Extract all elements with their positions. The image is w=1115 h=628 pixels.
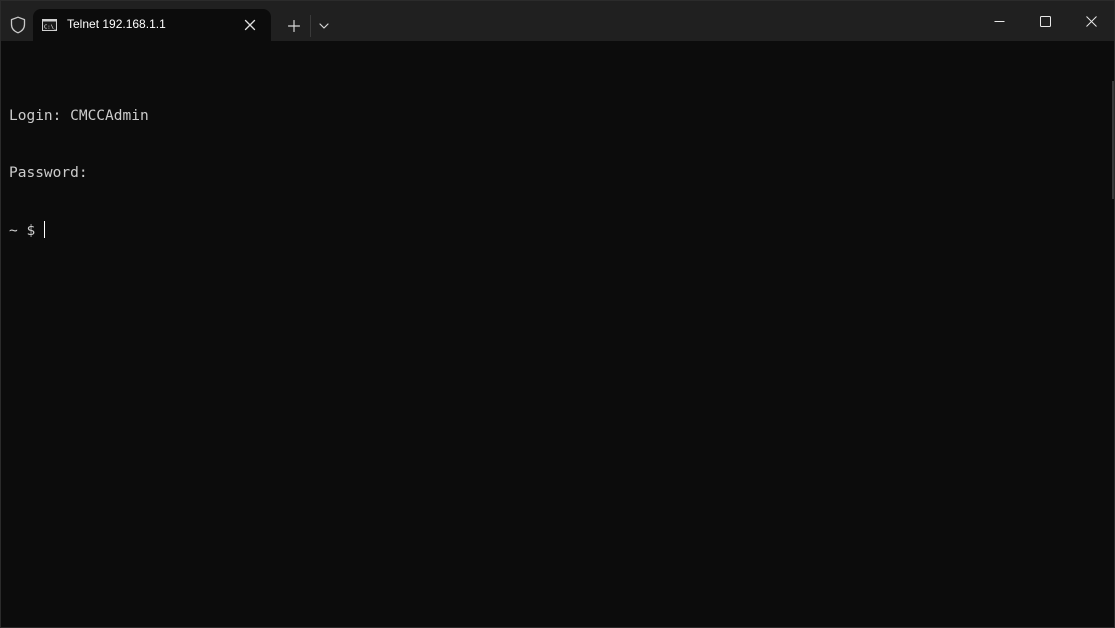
tab-title: Telnet 192.168.1.1 [67, 17, 166, 31]
text-cursor [43, 221, 45, 238]
terminal-line-password: Password: [9, 165, 88, 181]
maximize-button[interactable] [1022, 1, 1068, 41]
terminal-line-login: Login: CMCCAdmin [9, 108, 149, 124]
scrollbar[interactable] [1112, 81, 1114, 199]
chevron-down-icon [319, 23, 329, 29]
tab-close-icon[interactable] [242, 17, 258, 33]
tab-telnet[interactable]: C:\_ Telnet 192.168.1.1 [33, 9, 271, 41]
tab-separator [310, 15, 311, 37]
close-icon [1085, 15, 1097, 27]
close-button[interactable] [1068, 1, 1114, 41]
minimize-icon [994, 20, 1004, 22]
terminal-text: Login: CMCCAdmin Password: ~ $ [9, 69, 149, 278]
shield-icon[interactable] [8, 15, 28, 35]
maximize-icon [1039, 15, 1051, 27]
terminal-line-prompt: ~ $ [9, 221, 149, 240]
dropdown-button[interactable] [314, 15, 334, 37]
plus-icon [288, 20, 300, 32]
minimize-button[interactable] [976, 1, 1022, 41]
terminal-window: C:\_ Telnet 192.168.1.1 Login: CMCCAdmin… [0, 0, 1115, 628]
new-tab-button[interactable] [283, 15, 305, 37]
cmd-icon: C:\_ [42, 19, 57, 31]
svg-text:C:\_: C:\_ [44, 25, 57, 31]
title-bar[interactable]: C:\_ Telnet 192.168.1.1 [1, 1, 1114, 41]
prompt-text: ~ $ [9, 223, 44, 239]
terminal-output[interactable]: Login: CMCCAdmin Password: ~ $ [1, 41, 1114, 627]
